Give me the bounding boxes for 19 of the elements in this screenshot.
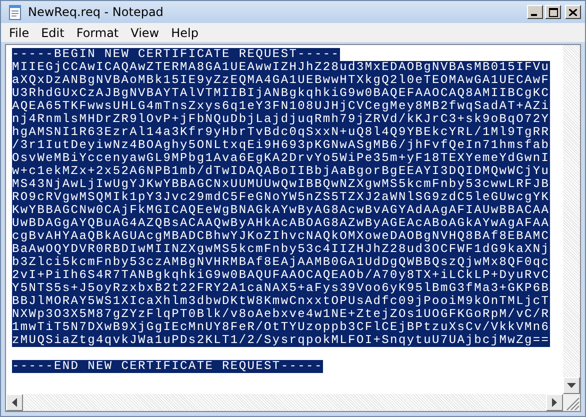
minimize-button[interactable]: [527, 5, 543, 19]
close-icon: [569, 8, 577, 16]
scroll-left-button[interactable]: [6, 394, 23, 411]
menu-item[interactable]: Format: [70, 26, 125, 40]
scroll-down-button[interactable]: [563, 377, 580, 394]
right-arrow-icon: [552, 398, 557, 407]
window-title: NewReq.req - Notepad: [28, 5, 164, 19]
scroll-right-button[interactable]: [546, 394, 563, 411]
notepad-icon: [7, 4, 23, 20]
size-grip-icon[interactable]: [563, 394, 580, 411]
maximize-button[interactable]: [545, 5, 561, 19]
menu-item[interactable]: Edit: [35, 26, 70, 40]
maximize-icon: [548, 8, 558, 16]
left-arrow-icon: [12, 398, 17, 407]
menu-item[interactable]: File: [3, 26, 36, 40]
menu-item[interactable]: Help: [165, 26, 204, 40]
menu-item[interactable]: View: [124, 26, 166, 40]
close-button[interactable]: [565, 5, 581, 19]
down-arrow-icon: [567, 383, 576, 388]
